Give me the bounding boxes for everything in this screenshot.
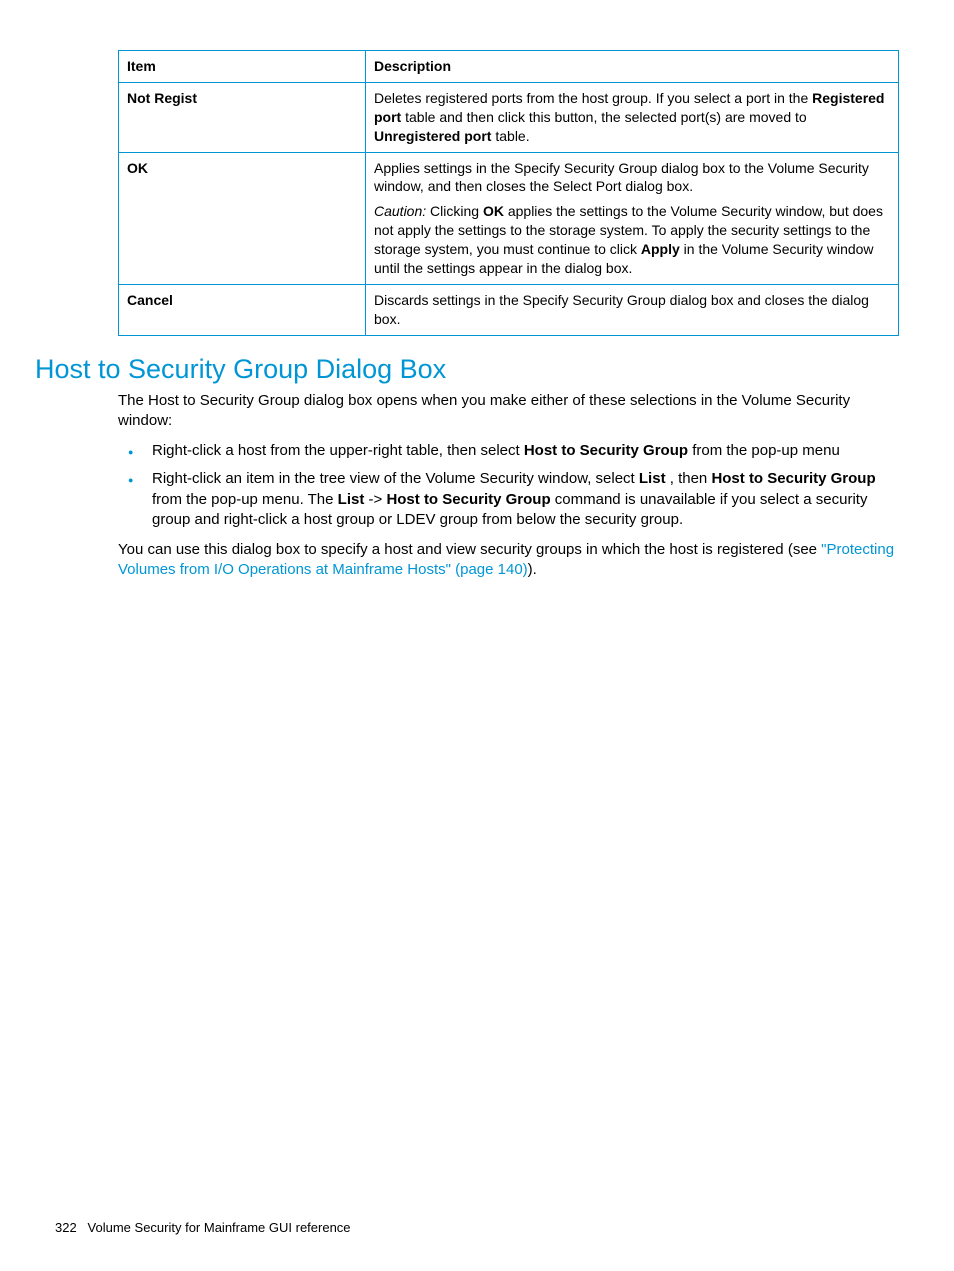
usage-paragraph: You can use this dialog box to specify a… [118, 540, 899, 581]
page-number: 322 [55, 1220, 77, 1235]
table-row: OK Applies settings in the Specify Secur… [119, 152, 899, 284]
page-footer: 322 Volume Security for Mainframe GUI re… [55, 1220, 351, 1235]
item-cell: Not Regist [119, 82, 366, 152]
table-row: Not Regist Deletes registered ports from… [119, 82, 899, 152]
header-item: Item [119, 51, 366, 83]
section-heading: Host to Security Group Dialog Box [35, 354, 899, 385]
list-item: Right-click a host from the upper-right … [152, 441, 899, 461]
table-row: Cancel Discards settings in the Specify … [119, 284, 899, 335]
selection-list: Right-click a host from the upper-right … [118, 441, 899, 530]
table-header-row: Item Description [119, 51, 899, 83]
description-cell: Discards settings in the Specify Securit… [366, 284, 899, 335]
item-cell: OK [119, 152, 366, 284]
description-cell: Applies settings in the Specify Security… [366, 152, 899, 284]
intro-paragraph: The Host to Security Group dialog box op… [118, 391, 899, 432]
footer-title: Volume Security for Mainframe GUI refere… [88, 1220, 351, 1235]
description-cell: Deletes registered ports from the host g… [366, 82, 899, 152]
list-item: Right-click an item in the tree view of … [152, 469, 899, 530]
item-description-table: Item Description Not Regist Deletes regi… [118, 50, 899, 336]
item-cell: Cancel [119, 284, 366, 335]
header-description: Description [366, 51, 899, 83]
